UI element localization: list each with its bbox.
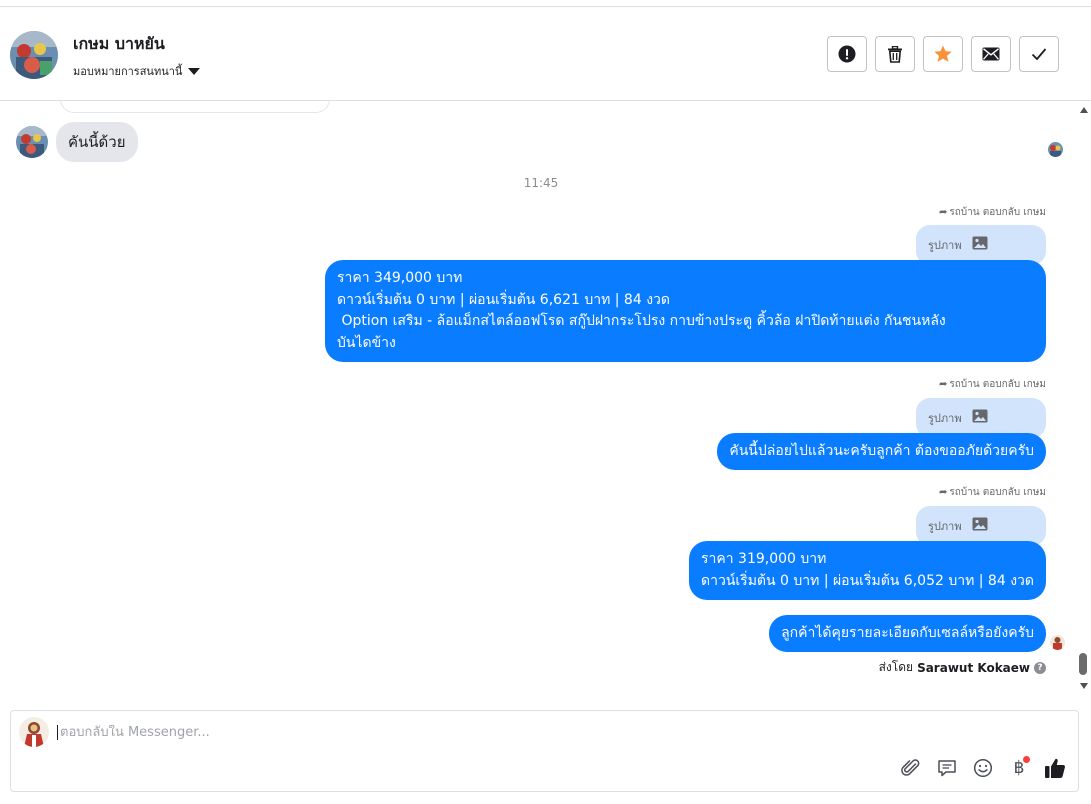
incoming-message-row: คันนี้ด้วย	[16, 122, 138, 162]
exclamation-icon	[838, 45, 856, 63]
seen-indicator-avatar	[1050, 635, 1065, 650]
reply-composer: ฿	[10, 710, 1079, 792]
thumbs-up-icon	[1045, 758, 1066, 778]
notification-dot	[1023, 756, 1030, 763]
trash-icon	[888, 45, 902, 63]
message-line: Option เสริม - ล้อแม็กสไตล์ออฟโรด สกู๊ปฝ…	[337, 313, 946, 329]
header-actions	[827, 36, 1059, 72]
sent-by-line: ส่งโดย Sarawut Kokaew ?	[879, 658, 1046, 677]
message-line: บันไดข้าง	[337, 334, 396, 351]
message-line: ดาวน์เริ่มต้น 0 บาท | ผ่อนเริ่มต้น 6,621…	[337, 291, 670, 308]
saved-replies-icon	[938, 760, 956, 777]
quoted-image-label: รูปภาพ	[928, 520, 962, 533]
outgoing-message[interactable]: ลูกค้าได้คุยรายละเอียดกับเซลล์หรือยังครั…	[769, 615, 1046, 652]
previous-message-bubble	[60, 101, 330, 113]
reply-context-label: ➦ รถบ้าน ตอบกลับ เกษม	[939, 377, 1046, 392]
message-timestamp: 11:45	[523, 176, 559, 190]
attach-button[interactable]	[900, 757, 922, 779]
outgoing-message[interactable]: ราคา 349,000 บาท ดาวน์เริ่มต้น 0 บาท | ผ…	[325, 260, 1046, 362]
message-line: ดาวน์เริ่มต้น 0 บาท | ผ่อนเริ่มต้น 6,052…	[701, 572, 1034, 589]
inbox-thread: เกษม บาหยัน มอบหมายการสนทนานี้ คันนี้ด้ว…	[0, 0, 1091, 804]
sent-by-name[interactable]: Sarawut Kokaew	[917, 661, 1030, 675]
reply-arrow-icon: ➦	[938, 379, 948, 390]
reply-arrow-icon: ➦	[938, 487, 948, 498]
outgoing-message[interactable]: ราคา 319,000 บาท ดาวน์เริ่มต้น 0 บาท | ผ…	[689, 541, 1046, 600]
done-button[interactable]	[1019, 36, 1059, 72]
saved-replies-button[interactable]	[936, 757, 958, 779]
message-line: ราคา 319,000 บาท	[701, 551, 827, 567]
scroll-down-arrow[interactable]	[1080, 683, 1088, 689]
incoming-message[interactable]: คันนี้ด้วย	[56, 122, 138, 162]
contact-name: เกษม บาหยัน	[73, 34, 165, 53]
quoted-image-label: รูปภาพ	[928, 412, 962, 425]
quoted-image-message[interactable]: รูปภาพ	[916, 225, 1046, 265]
reply-context-text: รถบ้าน ตอบกลับ เกษม	[949, 379, 1046, 390]
scroll-thumb[interactable]	[1079, 653, 1087, 675]
payment-button[interactable]: ฿	[1008, 756, 1030, 779]
delete-button[interactable]	[875, 36, 915, 72]
reply-context-label: ➦ รถบ้าน ตอบกลับ เกษม	[939, 485, 1046, 500]
spam-button[interactable]	[827, 36, 867, 72]
envelope-icon	[982, 47, 1000, 61]
assign-label: มอบหมายการสนทนานี้	[73, 65, 183, 78]
message-list[interactable]: คันนี้ด้วย 11:45 ➦ รถบ้าน ตอบกลับ เกษม ร…	[0, 101, 1076, 700]
reply-input[interactable]	[57, 725, 757, 740]
message-line: ราคา 349,000 บาท	[337, 270, 463, 286]
quoted-image-message[interactable]: รูปภาพ	[916, 398, 1046, 438]
scrollbar[interactable]	[1078, 103, 1090, 693]
reply-context-text: รถบ้าน ตอบกลับ เกษม	[949, 487, 1046, 498]
thread-header: เกษม บาหยัน มอบหมายการสนทนานี้	[0, 6, 1091, 101]
sent-by-prefix: ส่งโดย	[878, 660, 914, 674]
page-avatar	[19, 717, 49, 747]
outgoing-message[interactable]: คันนี้ปล่อยไปแล้วนะครับลูกค้า ต้องขออภัย…	[717, 433, 1046, 470]
seen-indicator-avatar	[1048, 142, 1063, 157]
caret-down-icon	[188, 67, 201, 75]
help-icon[interactable]: ?	[1034, 661, 1046, 674]
contact-avatar-small	[16, 126, 48, 158]
paperclip-icon	[901, 759, 920, 776]
reply-arrow-icon: ➦	[938, 207, 948, 218]
like-button[interactable]	[1044, 757, 1066, 779]
message-line: ลูกค้าได้คุยรายละเอียดกับเซลล์หรือยังครั…	[781, 625, 1034, 641]
emoji-icon	[973, 758, 993, 778]
message-line: คันนี้ปล่อยไปแล้วนะครับลูกค้า ต้องขออภัย…	[729, 443, 1034, 459]
reply-context-text: รถบ้าน ตอบกลับ เกษม	[949, 207, 1046, 218]
quoted-image-message[interactable]: รูปภาพ	[916, 506, 1046, 546]
mark-unread-button[interactable]	[971, 36, 1011, 72]
star-button[interactable]	[923, 36, 963, 72]
check-icon	[1031, 48, 1047, 61]
reply-context-label: ➦ รถบ้าน ตอบกลับ เกษม	[939, 205, 1046, 220]
quoted-image-label: รูปภาพ	[928, 239, 962, 252]
contact-avatar[interactable]	[10, 31, 58, 79]
image-icon	[972, 409, 988, 423]
emoji-button[interactable]	[972, 757, 994, 779]
star-icon	[934, 45, 952, 62]
image-icon	[972, 236, 988, 250]
image-icon	[972, 517, 988, 531]
assign-conversation-dropdown[interactable]: มอบหมายการสนทนานี้	[73, 62, 201, 80]
composer-tools: ฿	[900, 756, 1066, 779]
scroll-up-arrow[interactable]	[1080, 107, 1088, 113]
